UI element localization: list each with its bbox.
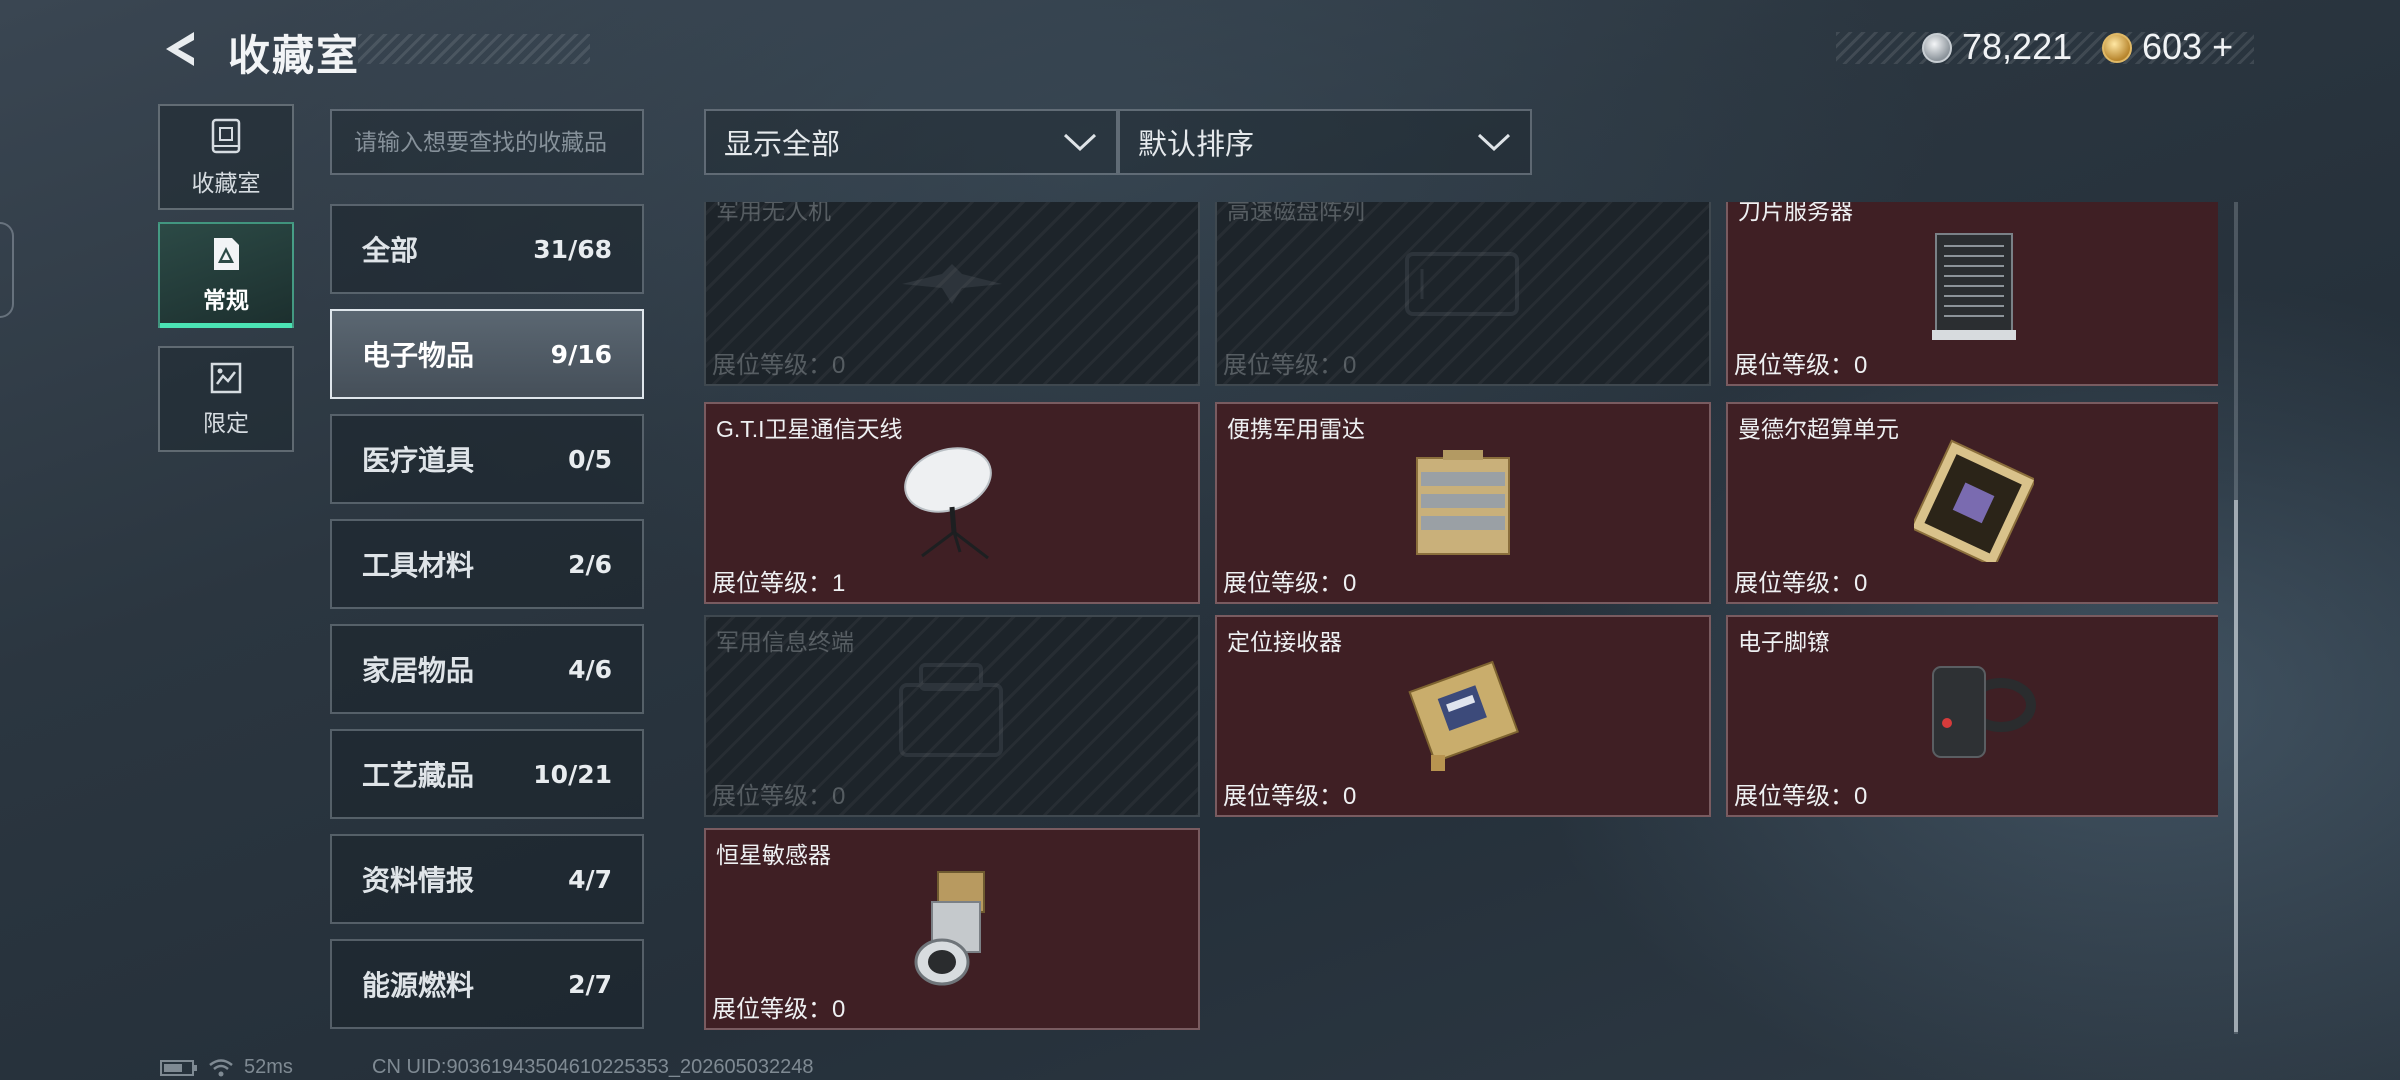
category-count: 2/7 (568, 969, 612, 999)
item-card-disk-array[interactable]: 高速磁盘阵列 展位等级：0 (1215, 202, 1711, 386)
category-count: 10/21 (533, 759, 612, 789)
limited-icon (210, 362, 242, 394)
title-decoration (358, 34, 590, 64)
item-name: G.T.I卫星通信天线 (716, 416, 903, 442)
search-input[interactable] (330, 109, 644, 175)
item-card-ankle-monitor[interactable]: 电子脚镣 展位等级：0 (1726, 615, 2218, 817)
back-arrow-icon[interactable] (160, 28, 202, 70)
star-sensor-icon (914, 871, 985, 986)
category-count: 9/16 (550, 339, 612, 369)
item-level: 展位等级：0 (1223, 352, 1357, 379)
side-tab-regular[interactable]: 常规 (158, 222, 294, 328)
radar-icon (1416, 450, 1510, 555)
item-grid: 军用无人机 展位等级：0 高速磁盘阵列 展位等级：0 刀片服务器 展位等级：0 (704, 202, 2218, 1034)
collection-icon (211, 118, 241, 154)
gold-coin-icon (2102, 33, 2132, 63)
category-count: 4/7 (568, 864, 612, 894)
item-name: 恒星敏感器 (716, 842, 831, 868)
side-tab-collection[interactable]: 收藏室 (158, 104, 294, 210)
chevron-down-icon (1477, 133, 1511, 152)
category-intel[interactable]: 资料情报 4/7 (330, 834, 644, 924)
regular-icon (214, 238, 239, 270)
item-level: 展位等级：0 (712, 996, 846, 1023)
side-tab-label: 收藏室 (191, 170, 261, 196)
page-title: 收藏室 (228, 32, 361, 79)
blade-server-icon (1932, 233, 2016, 340)
side-tab-label: 常规 (203, 287, 249, 313)
item-card-military-drone[interactable]: 军用无人机 展位等级：0 (704, 202, 1200, 386)
category-name: 资料情报 (362, 865, 475, 896)
locator-receiver-icon (1408, 660, 1519, 771)
disk-array-icon (1405, 252, 1519, 316)
show-filter-dropdown[interactable]: 显示全部 (704, 109, 1118, 175)
item-card-satellite-antenna[interactable]: G.T.I卫星通信天线 展位等级：1 (704, 402, 1200, 604)
category-name: 工艺藏品 (362, 760, 475, 791)
item-name: 高速磁盘阵列 (1227, 202, 1365, 224)
category-name: 医疗道具 (362, 445, 475, 476)
category-name: 全部 (362, 235, 419, 266)
grid-scrollbar-thumb[interactable] (2234, 500, 2238, 1032)
side-tab-label: 限定 (203, 410, 249, 436)
category-name: 工具材料 (362, 550, 475, 581)
info-terminal-icon (899, 663, 1003, 757)
item-level: 展位等级：0 (1734, 783, 1868, 810)
item-name: 军用无人机 (716, 202, 831, 224)
item-name: 刀片服务器 (1738, 202, 1853, 224)
category-name: 家居物品 (362, 655, 475, 686)
item-card-military-terminal[interactable]: 军用信息终端 展位等级：0 (704, 615, 1200, 817)
item-card-mandel-supercomputer[interactable]: 曼德尔超算单元 展位等级：0 (1726, 402, 2218, 604)
category-energy[interactable]: 能源燃料 2/7 (330, 939, 644, 1029)
item-name: 军用信息终端 (716, 629, 854, 655)
dropdown-value: 默认排序 (1138, 129, 1255, 161)
status-bar: 52ms (160, 1056, 293, 1079)
category-tools[interactable]: 工具材料 2/6 (330, 519, 644, 609)
category-count: 4/6 (568, 654, 612, 684)
category-name: 能源燃料 (362, 970, 475, 1001)
category-count: 31/68 (533, 234, 612, 264)
silver-amount: 78,221 (1962, 26, 2073, 67)
category-household[interactable]: 家居物品 4/6 (330, 624, 644, 714)
sort-dropdown[interactable]: 默认排序 (1118, 109, 1532, 175)
active-tab-indicator (160, 323, 292, 328)
item-name: 电子脚镣 (1738, 629, 1830, 655)
item-level: 展位等级：0 (712, 352, 846, 379)
item-level: 展位等级：0 (1223, 570, 1357, 597)
battery-icon (160, 1059, 197, 1076)
item-name: 定位接收器 (1227, 629, 1342, 655)
supercomputer-board-icon (1914, 439, 2034, 562)
side-drawer-handle[interactable] (0, 222, 14, 318)
category-name: 电子物品 (362, 340, 475, 371)
item-level: 展位等级：0 (1223, 783, 1357, 810)
item-card-portable-radar[interactable]: 便携军用雷达 展位等级：0 (1215, 402, 1711, 604)
category-medical[interactable]: 医疗道具 0/5 (330, 414, 644, 504)
ping-value: 52ms (244, 1056, 293, 1078)
item-card-star-sensor[interactable]: 恒星敏感器 展位等级：0 (704, 828, 1200, 1030)
user-uid: CN UID:90361943504610225353_202605032248 (372, 1056, 814, 1078)
item-card-blade-server[interactable]: 刀片服务器 展位等级：0 (1726, 202, 2218, 386)
category-crafts[interactable]: 工艺藏品 10/21 (330, 729, 644, 819)
item-level: 展位等级：0 (1734, 570, 1868, 597)
satellite-dish-icon (904, 447, 992, 560)
silver-coin-icon (1922, 33, 1952, 63)
item-name: 便携军用雷达 (1227, 416, 1365, 442)
chevron-down-icon (1063, 133, 1097, 152)
category-count: 0/5 (568, 444, 612, 474)
dropdown-value: 显示全部 (724, 129, 841, 161)
gold-amount[interactable]: 603 + (2142, 26, 2233, 68)
drone-icon (902, 264, 1002, 304)
item-card-locator-receiver[interactable]: 定位接收器 展位等级：0 (1215, 615, 1711, 817)
add-currency-button[interactable]: + (2212, 26, 2233, 67)
side-tab-limited[interactable]: 限定 (158, 346, 294, 452)
ankle-monitor-icon (1932, 666, 2036, 758)
category-count: 2/6 (568, 549, 612, 579)
category-electronics[interactable]: 电子物品 9/16 (330, 309, 644, 399)
item-level: 展位等级：0 (712, 783, 846, 810)
item-level: 展位等级：0 (1734, 352, 1868, 379)
wifi-icon (209, 1058, 233, 1076)
item-name: 曼德尔超算单元 (1738, 416, 1899, 442)
category-all[interactable]: 全部 31/68 (330, 204, 644, 294)
item-level: 展位等级：1 (712, 570, 846, 597)
